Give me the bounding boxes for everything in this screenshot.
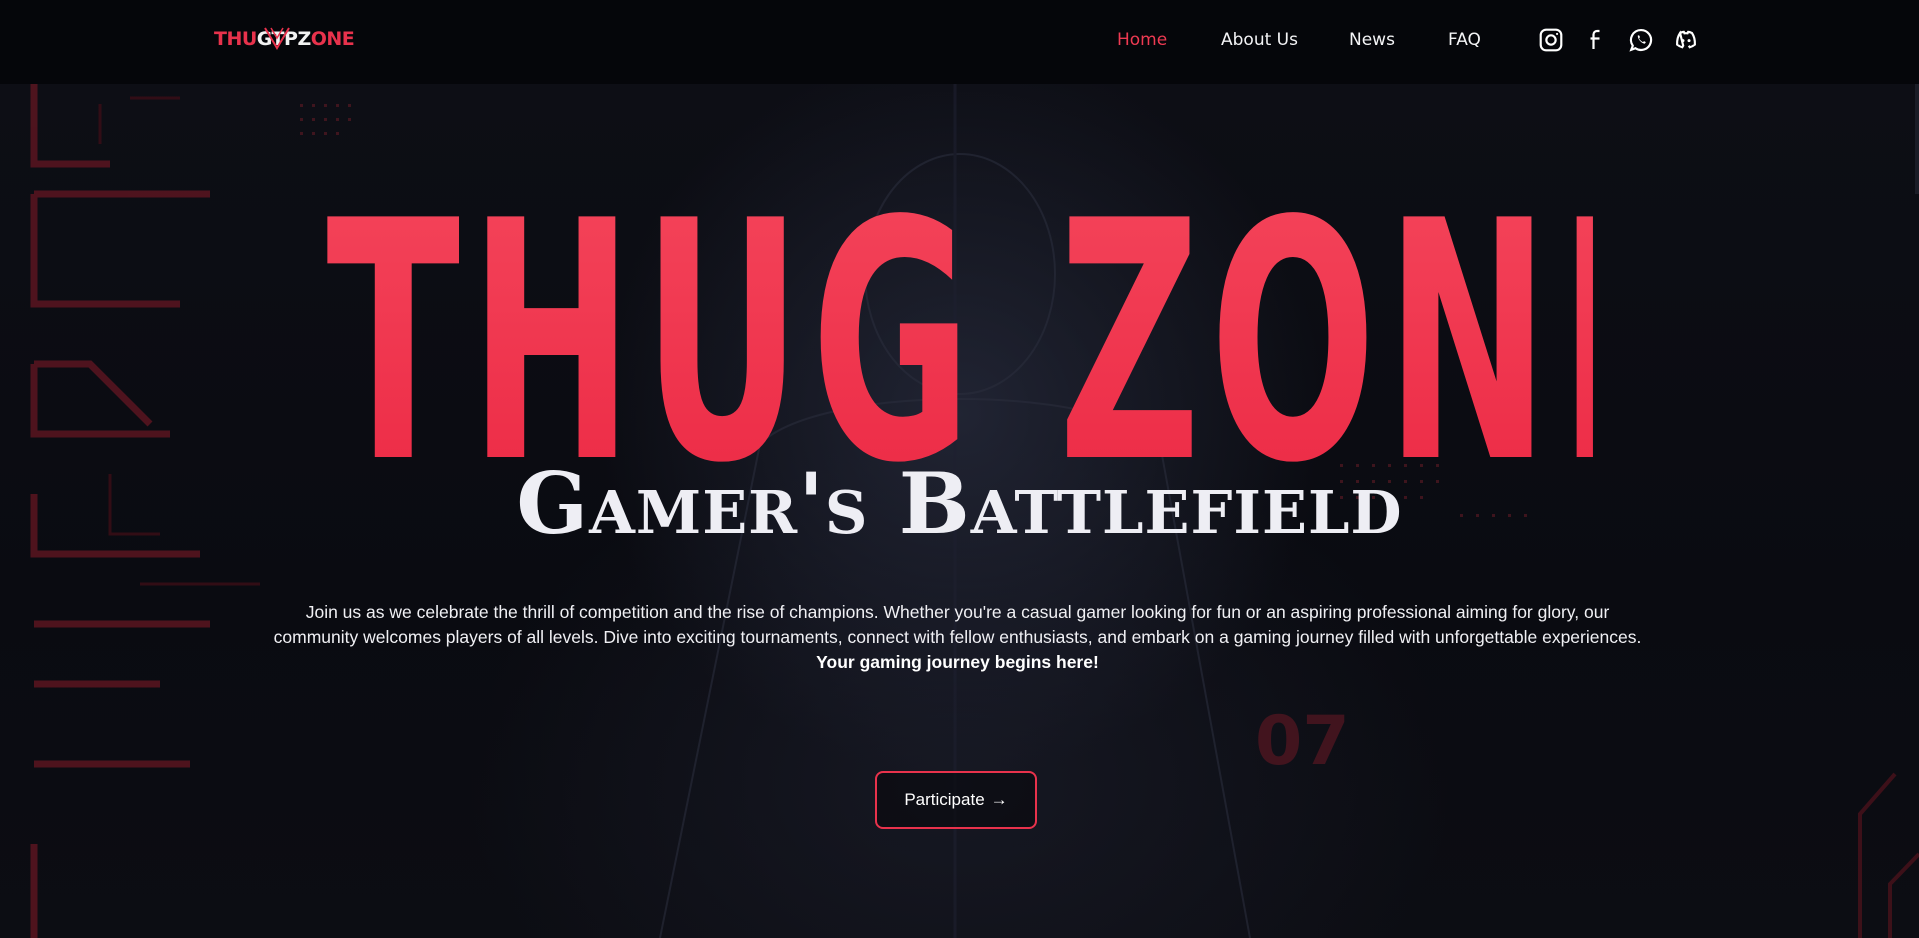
- hero-description-emphasis: Your gaming journey begins here!: [816, 652, 1099, 672]
- discord-icon[interactable]: [1671, 25, 1701, 55]
- hero-subtitle: Gamer's Battlefield: [516, 454, 1403, 553]
- scrollbar-thumb[interactable]: [1915, 84, 1919, 194]
- nav-faq[interactable]: FAQ: [1448, 28, 1481, 52]
- background-number: 07: [1255, 702, 1350, 781]
- hero-description: Join us as we celebrate the thrill of co…: [270, 600, 1645, 675]
- nav-about-us[interactable]: About Us: [1221, 28, 1298, 52]
- instagram-icon[interactable]: [1536, 25, 1566, 55]
- participate-button-label: Participate: [904, 790, 985, 809]
- nav-news[interactable]: News: [1349, 28, 1395, 52]
- arrow-right-icon: →: [990, 790, 1008, 809]
- hero-section: 07 THUG ZONE Gamer's Battlefield Join us…: [0, 84, 1919, 938]
- participate-button[interactable]: Participate →: [875, 771, 1037, 829]
- whatsapp-icon[interactable]: [1626, 25, 1656, 55]
- top-navbar: THU GTPZ ONE Home About Us News FAQ: [0, 0, 1919, 84]
- page: THU GTPZ ONE Home About Us News FAQ 07 T…: [0, 0, 1919, 938]
- hero-description-text: Join us as we celebrate the thrill of co…: [273, 602, 1642, 647]
- facebook-icon[interactable]: [1581, 25, 1611, 55]
- nav-home[interactable]: Home: [1117, 28, 1167, 52]
